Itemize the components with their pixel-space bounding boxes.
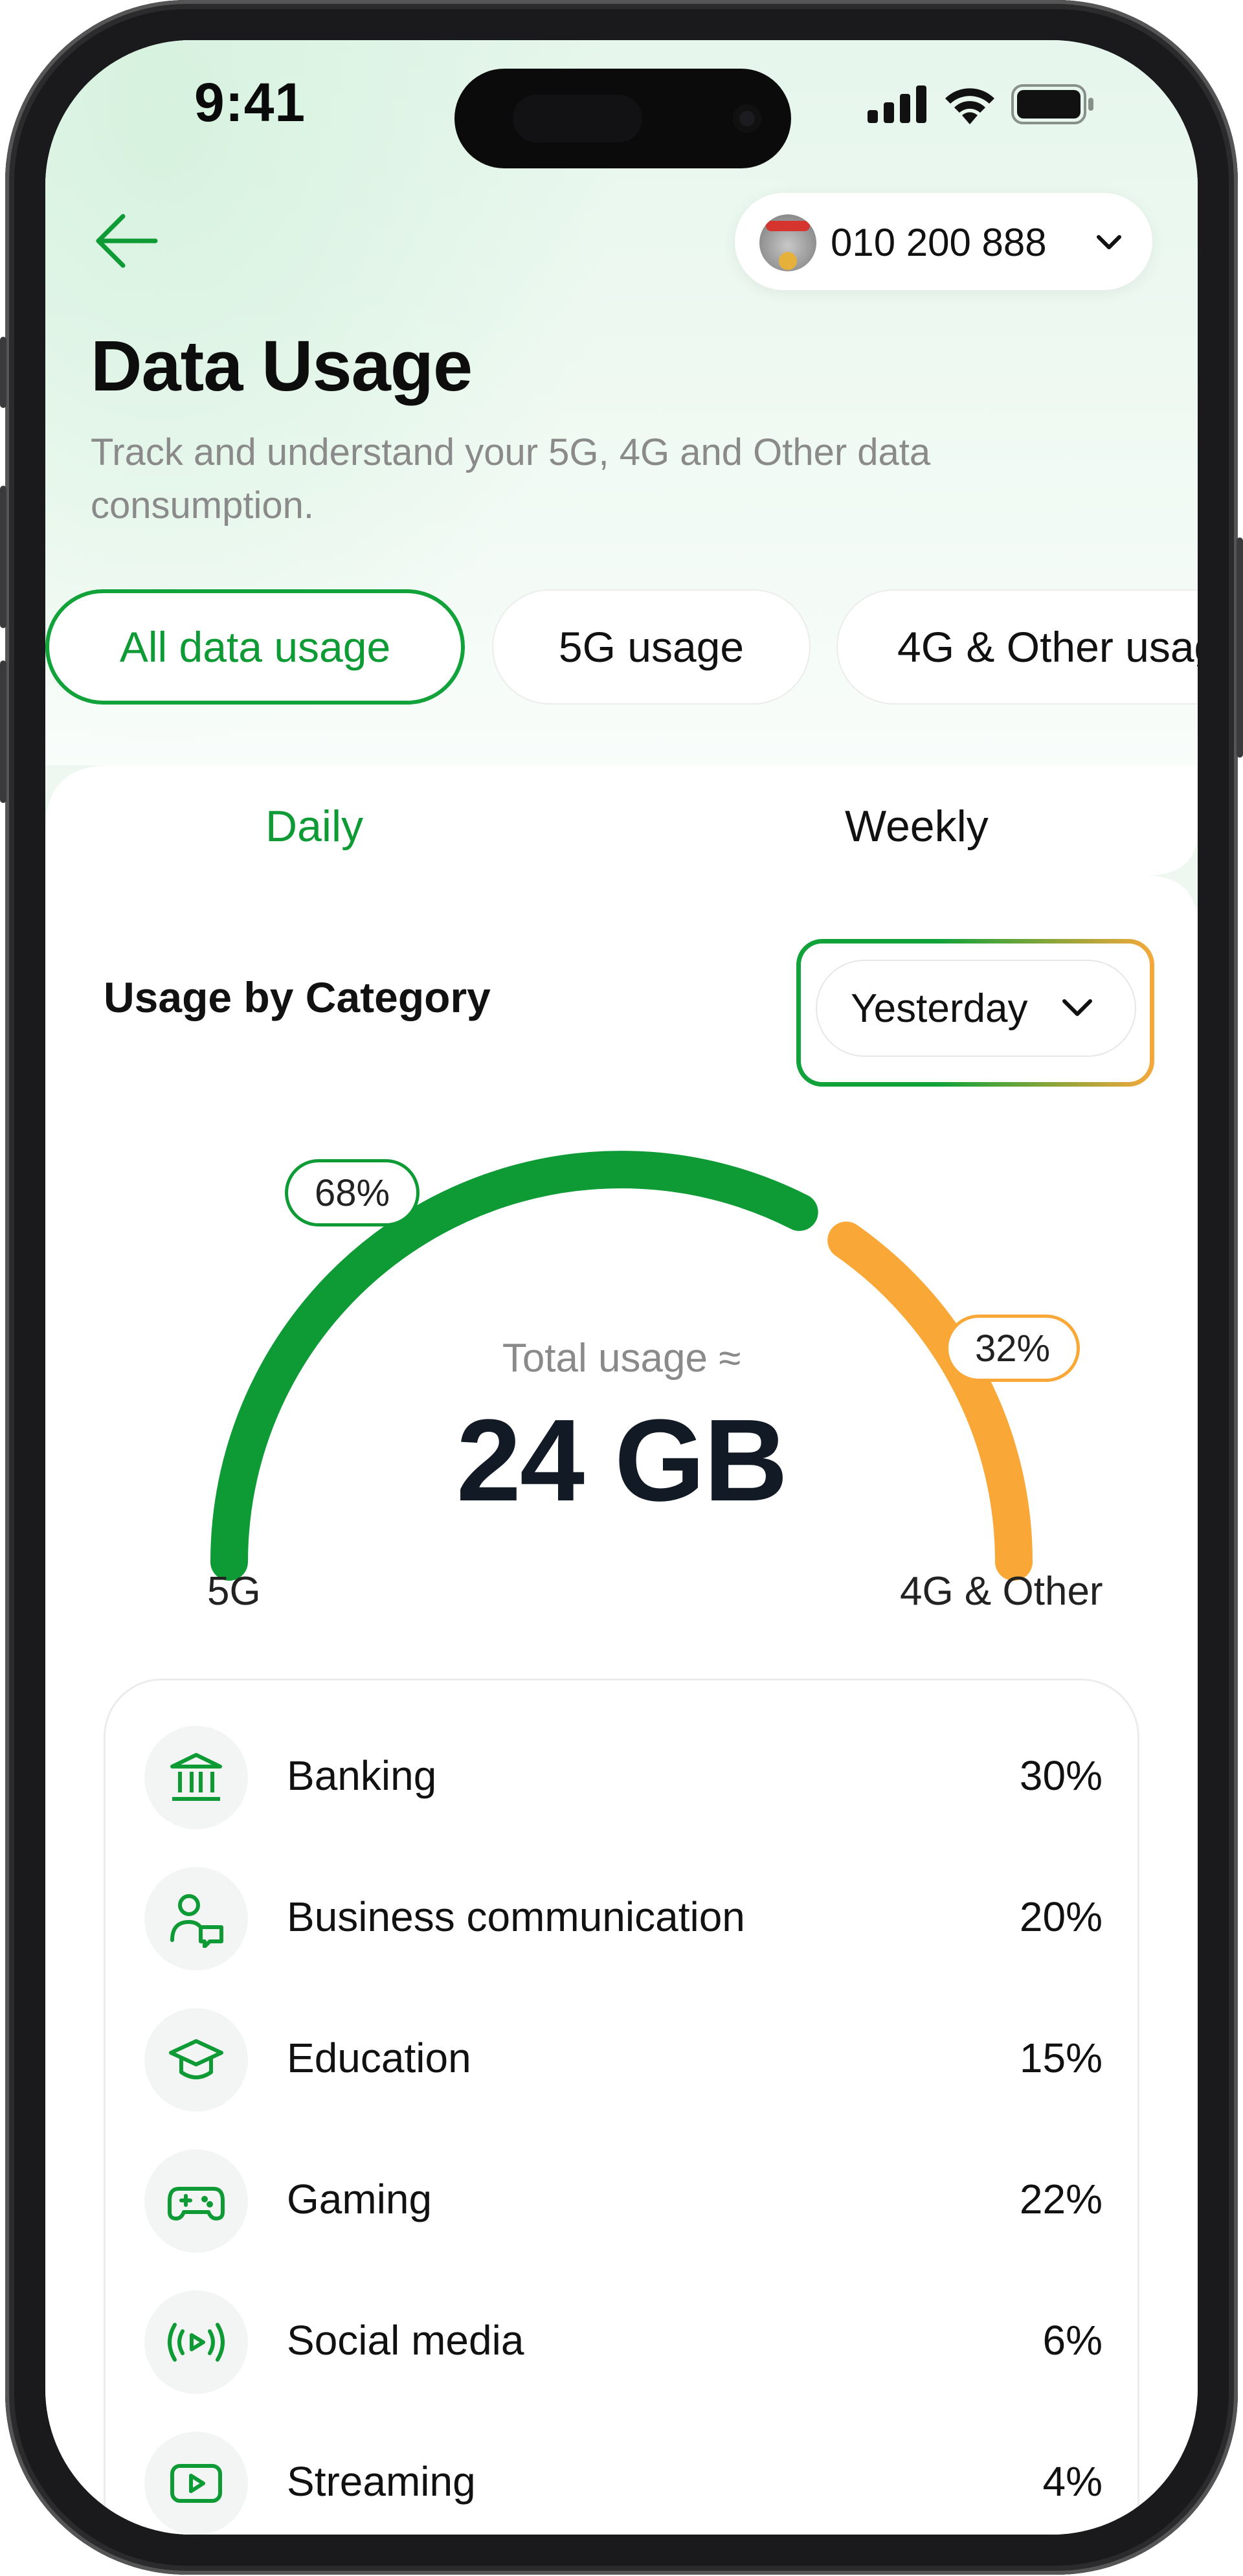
category-value: 30%: [1019, 1752, 1103, 1799]
status-time: 9:41: [194, 72, 306, 133]
power-button: [1237, 537, 1243, 758]
filter-all-data-usage[interactable]: All data usage: [45, 589, 465, 705]
gauge-5g-percent: 68%: [285, 1159, 420, 1226]
filter-4g-other-usage[interactable]: 4G & Other usage: [836, 589, 1198, 705]
chevron-down-icon: [1062, 999, 1092, 1016]
category-label: Social media: [287, 2317, 524, 2364]
play-icon: [170, 2464, 222, 2503]
wifi-icon: [945, 88, 994, 124]
status-icons: [868, 82, 1095, 127]
people-chat-icon: [170, 1894, 223, 1948]
volume-up-button: [0, 486, 6, 628]
category-label: Business communication: [287, 1893, 745, 1940]
graduation-cap-icon: [169, 2039, 223, 2079]
category-row-education[interactable]: Education 15%: [106, 1982, 1141, 2112]
phone-number-selector[interactable]: 010 200 888: [735, 193, 1152, 290]
total-usage-label: Total usage ≈: [502, 1336, 741, 1381]
total-usage-value: 24 GB: [456, 1395, 788, 1526]
category-value: 20%: [1019, 1893, 1103, 1940]
category-value: 22%: [1019, 2176, 1103, 2222]
category-label: Gaming: [287, 2176, 432, 2222]
category-value: 4%: [1042, 2458, 1103, 2505]
volume-down-button: [0, 661, 6, 803]
category-value: 6%: [1042, 2317, 1103, 2364]
app-screen: 9:41 010 200 888 Data Usage Track and un…: [45, 40, 1198, 2535]
category-list: Banking 30% Business communication 20% E…: [104, 1678, 1139, 2535]
tab-bar-shape: [45, 765, 1198, 908]
gauge-label-4g-other: 4G & Other: [900, 1569, 1103, 1614]
chevron-down-icon: [1097, 235, 1121, 249]
back-arrow-icon[interactable]: [91, 205, 162, 277]
battery-icon: [1011, 84, 1093, 124]
gauge-label-5g: 5G: [207, 1569, 261, 1614]
category-label: Banking: [287, 1752, 437, 1799]
dynamic-island: [454, 69, 791, 168]
gamepad-icon: [168, 2187, 225, 2220]
category-row-gaming[interactable]: Gaming 22%: [106, 2123, 1141, 2253]
category-row-business-communication[interactable]: Business communication 20%: [106, 1841, 1141, 1971]
phone-number: 010 200 888: [831, 221, 1047, 264]
category-row-social-media[interactable]: Social media 6%: [106, 2265, 1141, 2394]
category-row-banking[interactable]: Banking 30%: [106, 1700, 1141, 1829]
filter-4g-other-label: 4G & Other usage: [897, 623, 1198, 671]
period-label: Yesterday: [851, 986, 1028, 1031]
page-title: Data Usage: [91, 326, 473, 406]
action-button: [0, 337, 6, 408]
filter-5g-usage[interactable]: 5G usage: [492, 589, 811, 705]
broadcast-icon: [168, 2323, 225, 2362]
category-row-streaming[interactable]: Streaming 4%: [106, 2406, 1141, 2535]
category-label: Education: [287, 2035, 471, 2081]
period-dropdown[interactable]: Yesterday: [816, 960, 1136, 1057]
section-title: Usage by Category: [104, 973, 491, 1021]
tab-daily[interactable]: Daily: [265, 801, 363, 852]
avatar: [759, 214, 816, 271]
page-subtitle: Track and understand your 5G, 4G and Oth…: [91, 431, 931, 526]
tab-weekly[interactable]: Weekly: [845, 801, 989, 852]
bank-icon: [170, 1753, 222, 1801]
category-label: Streaming: [287, 2458, 476, 2505]
category-value: 15%: [1019, 2035, 1103, 2081]
signal-icon: [868, 85, 926, 123]
